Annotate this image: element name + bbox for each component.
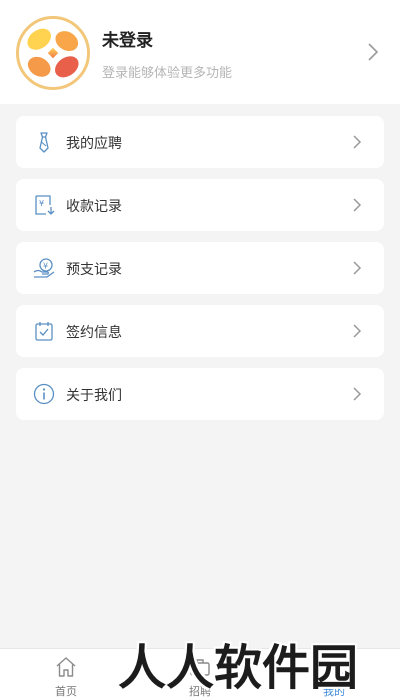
menu-item-label: 签约信息 — [66, 325, 122, 341]
chevron-right-icon — [353, 261, 362, 275]
info-icon — [32, 382, 56, 406]
login-hint: 登录能够体验更多功能 — [102, 66, 233, 81]
avatar[interactable] — [16, 16, 90, 90]
watermark: 人人软件园 — [118, 640, 359, 696]
tab-home[interactable]: 首页 — [26, 649, 106, 700]
menu-item-my-applications[interactable]: 我的应聘 — [16, 116, 384, 168]
home-icon — [56, 657, 76, 677]
menu-item-contract-info[interactable]: 签约信息 — [16, 305, 384, 357]
menu-item-label: 收款记录 — [66, 199, 122, 215]
tie-icon — [32, 130, 56, 154]
menu-item-label: 我的应聘 — [66, 136, 122, 152]
coin-logo-icon — [19, 19, 87, 87]
menu-item-about-us[interactable]: 关于我们 — [16, 368, 384, 420]
chevron-right-icon — [353, 198, 362, 212]
calendar-check-icon — [32, 319, 56, 343]
tab-label: 首页 — [55, 685, 77, 698]
menu-item-label: 关于我们 — [66, 388, 122, 404]
login-status[interactable]: 未登录 — [102, 26, 153, 51]
hand-yen-icon: ¥ — [32, 256, 56, 280]
menu-list: 我的应聘 ¥ 收款记录 ¥ 预支记录 签约信息 关于我们 — [16, 116, 384, 431]
chevron-right-icon — [353, 324, 362, 338]
svg-text:¥: ¥ — [43, 262, 48, 271]
menu-item-payment-records[interactable]: ¥ 收款记录 — [16, 179, 384, 231]
chevron-right-icon — [353, 135, 362, 149]
menu-item-advance-records[interactable]: ¥ 预支记录 — [16, 242, 384, 294]
menu-item-label: 预支记录 — [66, 262, 122, 278]
chevron-right-icon — [353, 387, 362, 401]
receipt-yen-icon: ¥ — [32, 193, 56, 217]
profile-header[interactable]: 未登录 登录能够体验更多功能 — [0, 0, 400, 104]
svg-text:¥: ¥ — [39, 199, 44, 208]
chevron-right-icon[interactable] — [366, 42, 380, 62]
